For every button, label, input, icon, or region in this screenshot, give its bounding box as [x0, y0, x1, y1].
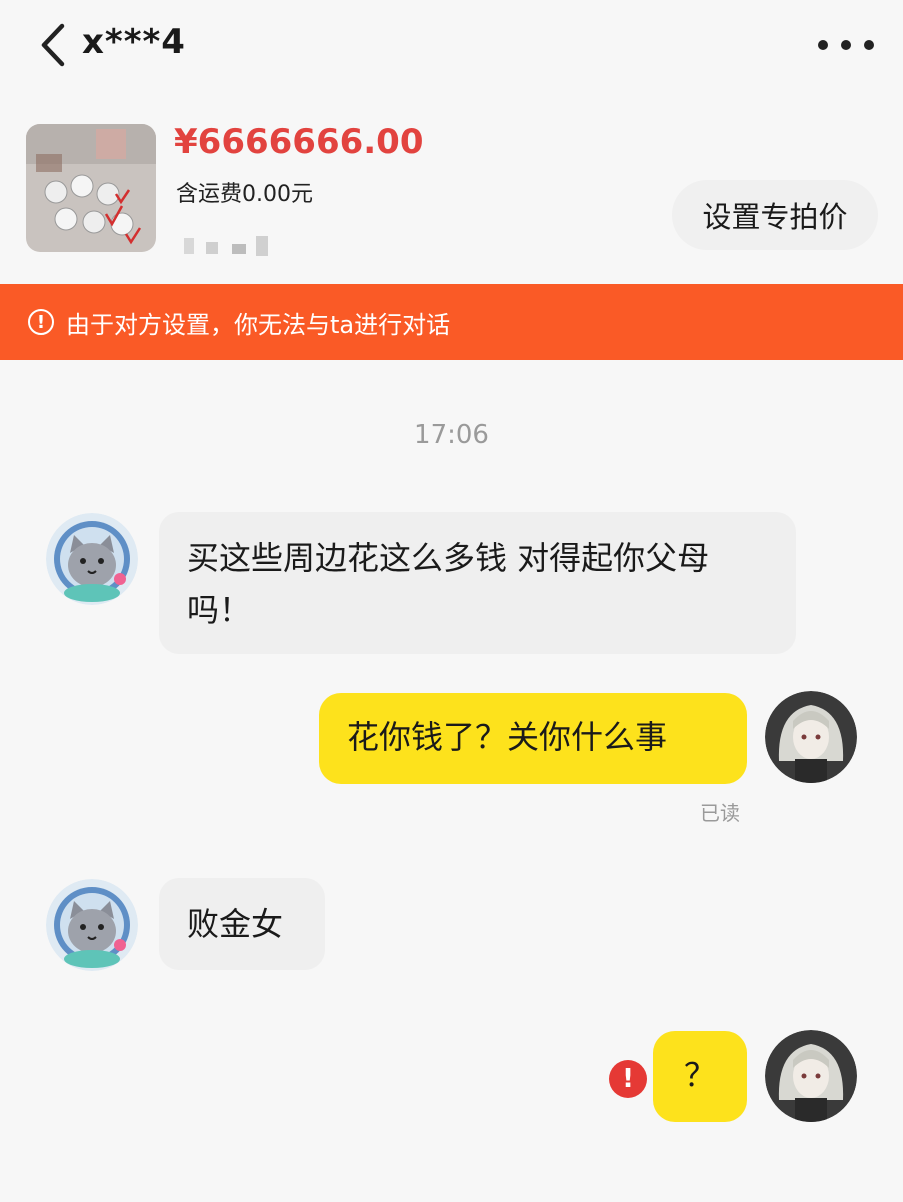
outgoing-message-bubble[interactable]: 花你钱了？关你什么事	[319, 693, 747, 784]
blocked-warning-bar: ! 由于对方设置，你无法与ta进行对话	[0, 284, 903, 360]
more-dot	[864, 40, 874, 50]
more-dots-icon	[818, 40, 828, 50]
anime-girl-avatar-icon	[765, 691, 857, 783]
seller-avatar[interactable]	[46, 879, 138, 971]
incoming-message-bubble[interactable]: 买这些周边花这么多钱 对得起你父母吗！	[159, 512, 796, 654]
product-photo	[26, 124, 156, 252]
warning-text: 由于对方设置，你无法与ta进行对话	[66, 310, 451, 339]
seller-avatar[interactable]	[46, 513, 138, 605]
product-thumbnail[interactable]	[26, 124, 156, 252]
back-button[interactable]	[34, 20, 74, 70]
more-dot	[841, 40, 851, 50]
incoming-message-bubble[interactable]: 败金女	[159, 878, 325, 970]
chat-title: x***4	[82, 22, 186, 62]
outgoing-message-bubble[interactable]: ？	[653, 1031, 747, 1122]
cat-avatar-icon	[46, 513, 138, 605]
my-avatar[interactable]	[765, 1030, 857, 1122]
error-icon[interactable]: !	[609, 1060, 647, 1098]
my-avatar[interactable]	[765, 691, 857, 783]
read-receipt: 已读	[700, 801, 740, 825]
back-chevron-icon	[41, 23, 65, 67]
info-circle-icon: !	[28, 309, 54, 335]
more-options-button[interactable]	[818, 28, 874, 62]
product-price: ¥6666666.00	[174, 122, 424, 162]
top-bar: x***4	[0, 0, 903, 95]
shipping-fee: 含运费0.00元	[176, 182, 313, 207]
anime-girl-avatar-icon	[765, 1030, 857, 1122]
product-card[interactable]: ¥6666666.00 含运费0.00元 设置专拍价	[0, 108, 903, 280]
cat-avatar-icon	[46, 879, 138, 971]
message-timestamp: 17:06	[414, 420, 489, 450]
blurred-text	[184, 236, 268, 256]
set-special-price-button[interactable]: 设置专拍价	[672, 180, 878, 250]
